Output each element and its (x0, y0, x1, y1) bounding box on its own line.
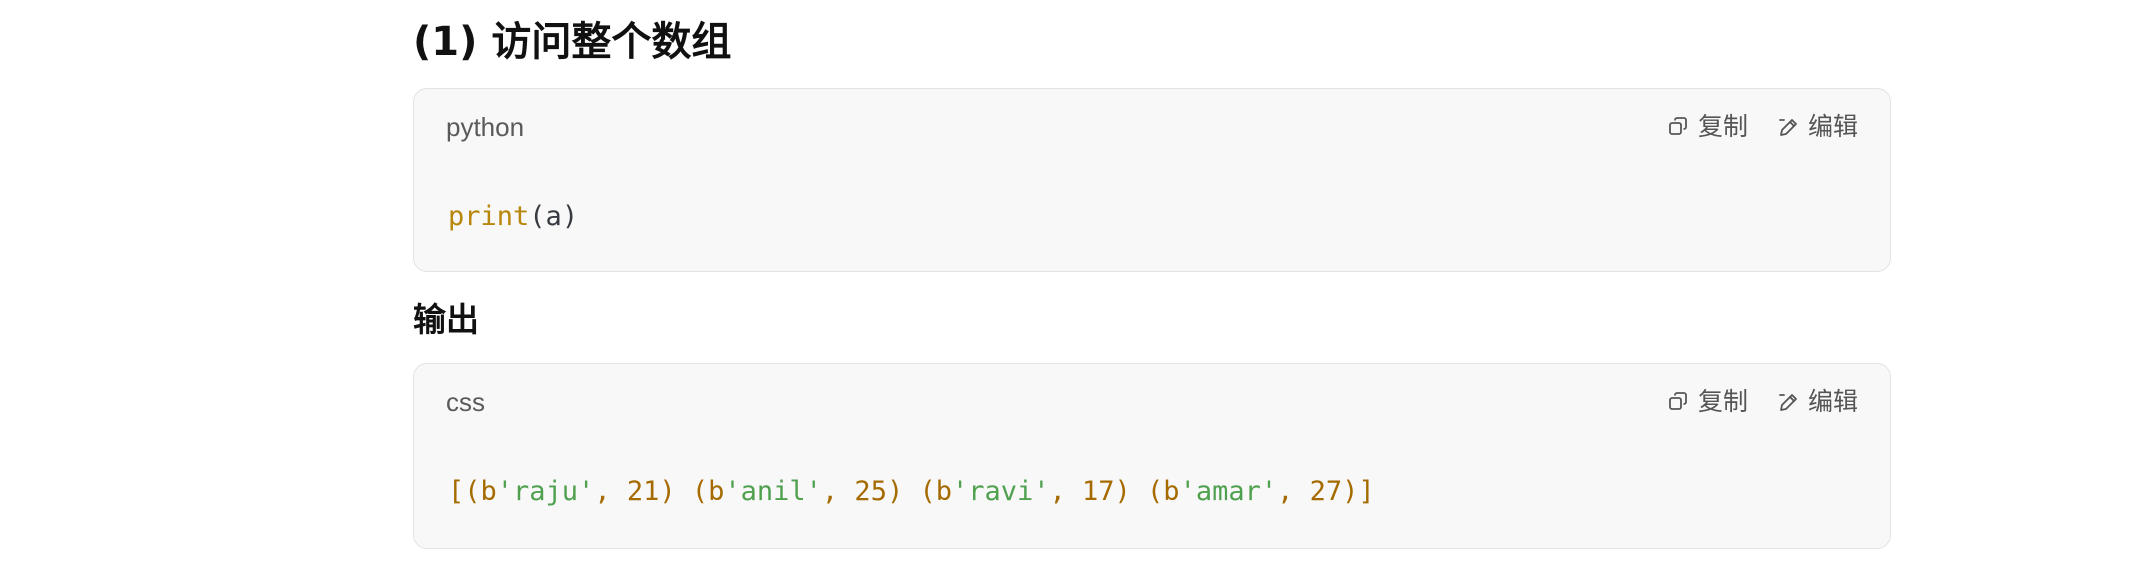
edit-label: 编辑 (1807, 387, 1858, 416)
code-actions: 复制 编辑 (1668, 109, 1858, 145)
code-token: 'anil' (724, 476, 822, 507)
code-token-paren: ( (529, 201, 546, 232)
edit-pen-icon (1778, 391, 1800, 413)
code-token-function: print (448, 201, 530, 232)
code-block-output: css 复制 编辑 [(b'raju', 21) (b'anil', 25) (… (413, 363, 1891, 549)
edit-pen-icon (1778, 116, 1800, 138)
code-token-arg: a (545, 201, 562, 232)
copy-label: 复制 (1697, 112, 1748, 141)
copy-button[interactable]: 复制 (1668, 384, 1748, 420)
code-actions: 复制 编辑 (1668, 384, 1858, 420)
section-heading: (1) 访问整个数组 (413, 19, 732, 65)
copy-label: 复制 (1697, 387, 1748, 416)
code-token: 'amar' (1179, 476, 1278, 507)
code-content: [(b'raju', 21) (b'anil', 25) (b'ravi', 1… (448, 472, 1375, 512)
code-token: , 21) (b (594, 476, 725, 507)
code-language-label: python (446, 112, 525, 142)
code-token: , 17) (b (1049, 476, 1180, 507)
code-token: 'ravi' (951, 476, 1050, 507)
code-token: , 25) (b (821, 476, 952, 507)
code-content: print(a) (448, 197, 578, 237)
edit-button[interactable]: 编辑 (1778, 384, 1858, 420)
copy-icon (1668, 116, 1690, 138)
edit-label: 编辑 (1807, 112, 1858, 141)
code-block-python: python 复制 编辑 print(a) (413, 88, 1891, 272)
copy-icon (1668, 391, 1690, 413)
code-token: 'raju' (496, 476, 595, 507)
output-heading: 输出 (413, 300, 479, 339)
code-token: [(b (448, 476, 497, 507)
copy-button[interactable]: 复制 (1668, 109, 1748, 145)
edit-button[interactable]: 编辑 (1778, 109, 1858, 145)
code-token-paren: ) (561, 201, 579, 232)
code-language-label: css (446, 387, 485, 417)
code-token: , 27)] (1277, 476, 1375, 507)
